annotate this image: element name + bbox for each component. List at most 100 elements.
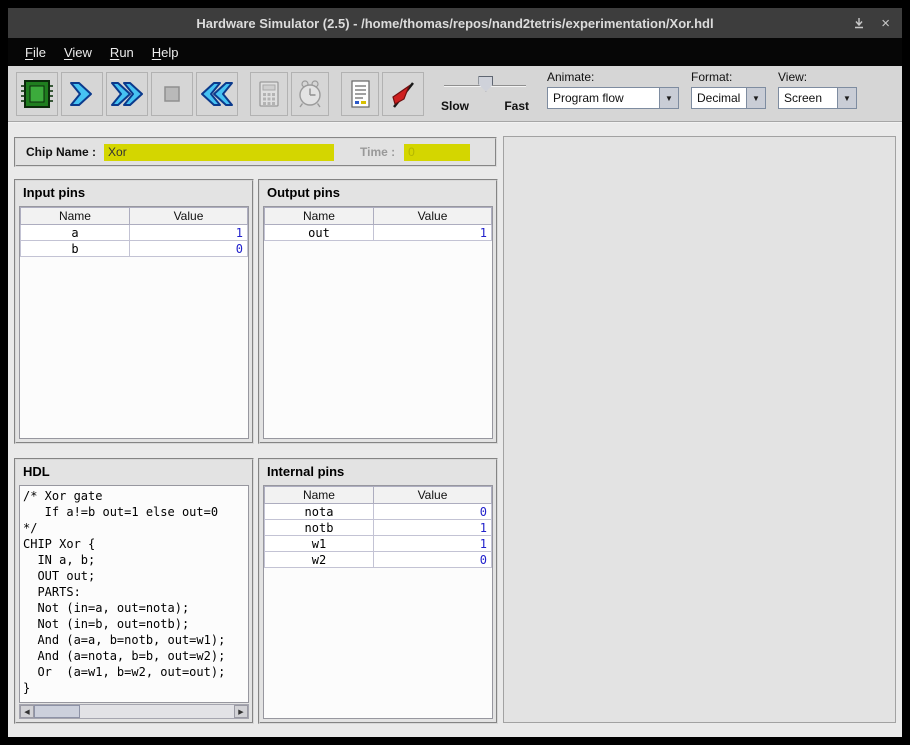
titlebar-buttons: × [853, 8, 890, 38]
output-pins-panel: Output pins Name Value out1 [258, 179, 498, 444]
slider-fast-label: Fast [504, 99, 529, 113]
main-area: Chip Name : Xor Time : 0 Input pins Name… [8, 122, 902, 737]
breakpoint-flag-button[interactable] [382, 72, 424, 116]
titlebar: Hardware Simulator (2.5) - /home/thomas/… [8, 8, 902, 38]
hdl-code: /* Xor gate If a!=b out=1 else out=0*/CH… [20, 486, 248, 698]
script-icon [344, 78, 376, 110]
pin-name-cell: a [21, 225, 130, 241]
pin-name-cell: w1 [265, 536, 374, 552]
menu-view[interactable]: View [55, 40, 101, 65]
hdl-title: HDL [16, 460, 252, 482]
name-column-header: Name [265, 487, 374, 504]
time-label: Time : [360, 145, 395, 159]
load-chip-button[interactable] [16, 72, 58, 116]
table-header-row: Name Value [265, 487, 492, 504]
single-step-button[interactable] [61, 72, 103, 116]
internal-pins-panel: Internal pins Name Value nota0notb1w11w2… [258, 458, 498, 724]
menu-run[interactable]: Run [101, 40, 143, 65]
pin-name-cell: w2 [265, 552, 374, 568]
hdl-code-line: Or (a=w1, b=w2, out=out); [23, 664, 245, 680]
pin-value-cell[interactable]: 0 [129, 241, 247, 257]
format-label: Format: [691, 70, 766, 84]
pin-value-cell[interactable]: 1 [373, 225, 491, 241]
speed-slider-group: Slow Fast [441, 72, 529, 116]
pin-name-cell: nota [265, 504, 374, 520]
internal-pins-table: Name Value nota0notb1w11w20 [264, 486, 492, 568]
table-header-row: Name Value [265, 208, 492, 225]
run-icon [109, 78, 145, 110]
chip-view-area [503, 136, 896, 723]
hdl-code-line: IN a, b; [23, 552, 245, 568]
scrollbar-thumb[interactable] [34, 705, 80, 718]
pin-name-cell: notb [265, 520, 374, 536]
speed-slider[interactable] [444, 85, 526, 87]
chevron-down-icon[interactable]: ▼ [837, 88, 856, 108]
reset-icon [199, 78, 235, 110]
calculator-icon [253, 78, 285, 110]
chip-name-label: Chip Name : [26, 145, 96, 159]
pin-value-cell[interactable]: 0 [373, 504, 491, 520]
pin-row: a1 [21, 225, 248, 241]
clock-button[interactable] [291, 72, 329, 116]
format-value: Decimal [692, 88, 746, 108]
view-label: View: [778, 70, 857, 84]
chip-name-bar: Chip Name : Xor Time : 0 [14, 137, 497, 167]
format-select[interactable]: Decimal ▼ [691, 87, 766, 109]
hdl-panel: HDL /* Xor gate If a!=b out=1 else out=0… [14, 458, 254, 724]
output-pins-table: Name Value out1 [264, 207, 492, 241]
chevron-down-icon[interactable]: ▼ [659, 88, 678, 108]
view-select[interactable]: Screen ▼ [778, 87, 857, 109]
animate-value: Program flow [548, 88, 659, 108]
scroll-left-icon: ◀ [24, 708, 29, 716]
stop-icon [156, 78, 188, 110]
stop-button[interactable] [151, 72, 193, 116]
animate-group: Animate: Program flow ▼ [547, 70, 679, 109]
load-chip-icon [20, 78, 54, 110]
hdl-code-line: PARTS: [23, 584, 245, 600]
close-icon: × [881, 16, 890, 31]
view-group: View: Screen ▼ [778, 70, 857, 109]
input-pins-table: Name Value a1b0 [20, 207, 248, 257]
hdl-horizontal-scrollbar[interactable]: ◀ ▶ [19, 704, 249, 719]
input-pins-viewport: Name Value a1b0 [19, 206, 249, 439]
scroll-right-button[interactable]: ▶ [234, 705, 248, 718]
pin-name-cell: out [265, 225, 374, 241]
chip-name-field[interactable]: Xor [104, 144, 334, 161]
speed-slider-thumb[interactable] [478, 76, 493, 92]
value-column-header: Value [129, 208, 247, 225]
run-button[interactable] [106, 72, 148, 116]
menubar: File View Run Help [8, 38, 902, 66]
chevron-down-icon[interactable]: ▼ [746, 88, 765, 108]
clock-icon [294, 78, 326, 110]
calculator-button[interactable] [250, 72, 288, 116]
toolbar: Slow Fast Animate: Program flow ▼ Format… [8, 66, 902, 122]
breakpoint-flag-icon [387, 78, 419, 110]
scrollbar-track[interactable] [34, 705, 234, 718]
app-window: Hardware Simulator (2.5) - /home/thomas/… [8, 8, 902, 737]
scroll-left-button[interactable]: ◀ [20, 705, 34, 718]
internal-pins-viewport: Name Value nota0notb1w11w20 [263, 485, 493, 719]
single-step-icon [66, 78, 98, 110]
speed-slider-labels: Slow Fast [441, 99, 529, 113]
script-button[interactable] [341, 72, 379, 116]
hdl-code-line: And (a=a, b=notb, out=w1); [23, 632, 245, 648]
pin-row: nota0 [265, 504, 492, 520]
close-button[interactable]: × [881, 16, 890, 31]
pin-value-cell[interactable]: 0 [373, 552, 491, 568]
menu-help[interactable]: Help [143, 40, 188, 65]
time-field: 0 [404, 144, 470, 161]
hdl-viewport: /* Xor gate If a!=b out=1 else out=0*/CH… [19, 485, 249, 703]
hdl-code-line: Not (in=a, out=nota); [23, 600, 245, 616]
minimize-button[interactable] [853, 17, 865, 29]
menu-file[interactable]: File [16, 40, 55, 65]
reset-button[interactable] [196, 72, 238, 116]
pin-value-cell[interactable]: 1 [129, 225, 247, 241]
input-pins-title: Input pins [16, 181, 252, 203]
pin-value-cell[interactable]: 1 [373, 520, 491, 536]
animate-select[interactable]: Program flow ▼ [547, 87, 679, 109]
window-title: Hardware Simulator (2.5) - /home/thomas/… [196, 16, 713, 31]
pin-value-cell[interactable]: 1 [373, 536, 491, 552]
value-column-header: Value [373, 208, 491, 225]
scroll-right-icon: ▶ [238, 708, 243, 716]
name-column-header: Name [21, 208, 130, 225]
